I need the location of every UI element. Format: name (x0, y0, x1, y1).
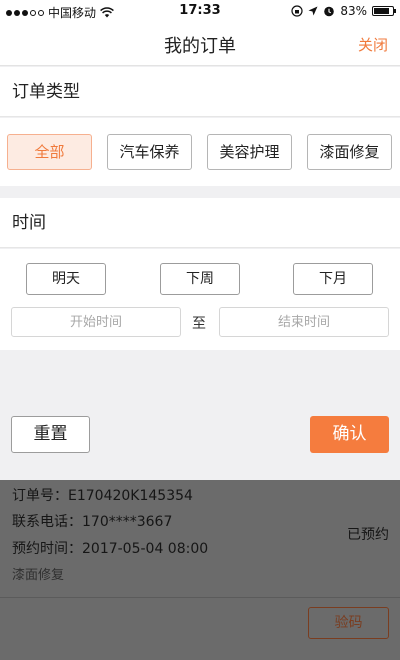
order-phone: 联系电话：170****3667 (12, 514, 173, 530)
verify-code-button[interactable]: 验码 (308, 607, 389, 639)
end-date-input[interactable] (219, 307, 389, 337)
page-title: 我的订单 (164, 36, 236, 57)
time-option-tomorrow[interactable]: 明天 (26, 263, 106, 295)
order-number: 订单号：E170420K145354 (12, 488, 193, 504)
battery-level (374, 8, 389, 14)
order-type-options: 全部 汽车保养 美容护理 漆面修复 (0, 118, 400, 186)
nav-bar: 我的订单 关闭 (0, 22, 400, 66)
time-header: 时间 (0, 198, 400, 248)
order-type-title: 订单类型 (12, 82, 80, 102)
alarm-icon (324, 6, 335, 17)
battery-icon (372, 6, 396, 16)
order-type-header: 订单类型 (0, 67, 400, 117)
time-title: 时间 (12, 213, 46, 233)
type-option-all[interactable]: 全部 (7, 134, 92, 170)
date-range-separator: 至 (192, 316, 206, 332)
filter-actions: 重置 确认 (0, 350, 400, 480)
order-service-type: 漆面修复 (12, 568, 65, 583)
status-right: 83% (291, 4, 396, 18)
order-appointment-time: 预约时间：2017-05-04 08:00 (12, 541, 209, 557)
start-date-input[interactable] (11, 307, 181, 337)
time-options: 明天 下周 下月 至 (0, 249, 400, 350)
type-option-beauty-care[interactable]: 美容护理 (207, 134, 292, 170)
close-button[interactable]: 关闭 (358, 34, 388, 55)
location-arrow-icon (308, 6, 318, 16)
type-option-paint-repair[interactable]: 漆面修复 (307, 134, 392, 170)
dimmed-overlay[interactable]: 订单号：E170420K145354 联系电话：170****3667 预约时间… (0, 480, 400, 660)
order-status-badge: 已预约 (347, 527, 389, 543)
time-option-next-week[interactable]: 下周 (160, 263, 240, 295)
time-option-next-month[interactable]: 下月 (293, 263, 373, 295)
reset-button[interactable]: 重置 (11, 416, 90, 453)
lock-rotation-icon (291, 5, 303, 17)
order-divider (0, 597, 400, 598)
type-option-car-maintenance[interactable]: 汽车保养 (107, 134, 192, 170)
status-bar: 中国移动 17:33 83% (0, 0, 400, 22)
battery-percent: 83% (340, 4, 367, 18)
confirm-button[interactable]: 确认 (310, 416, 389, 453)
